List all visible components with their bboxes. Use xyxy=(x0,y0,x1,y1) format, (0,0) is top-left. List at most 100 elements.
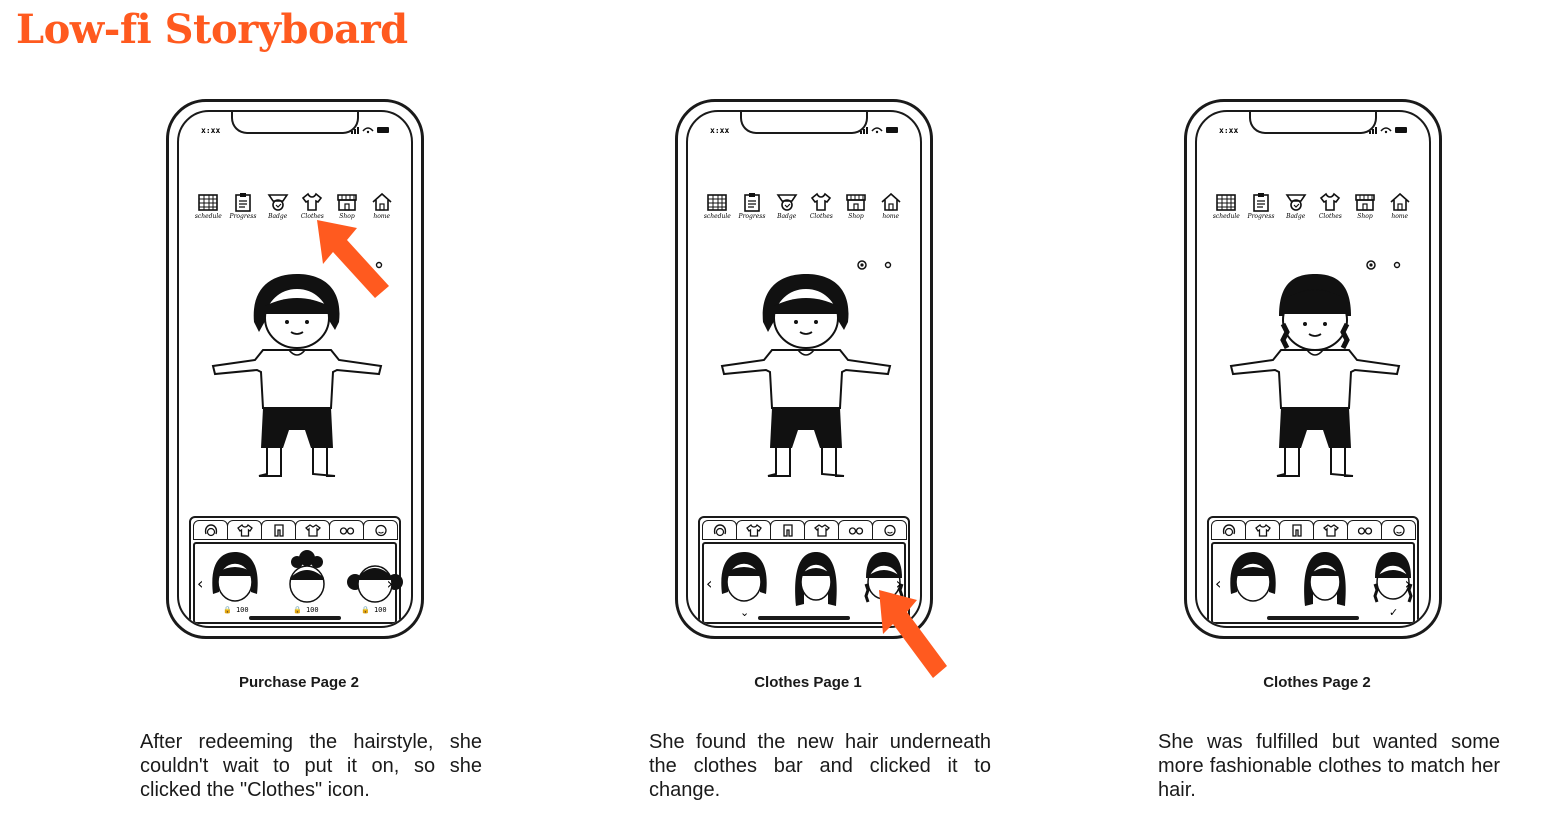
prev-arrow-icon[interactable]: ‹ xyxy=(1215,574,1221,593)
nav-badge[interactable]: Badge xyxy=(1278,192,1313,220)
hair-option-buns[interactable] xyxy=(279,548,335,610)
tab-face[interactable] xyxy=(1381,520,1416,540)
frame-caption: Purchase Page 2 xyxy=(238,674,360,691)
calendar-icon xyxy=(198,194,219,211)
clipboard-icon xyxy=(235,193,251,212)
status-time: x:xx xyxy=(201,126,221,135)
next-arrow-icon[interactable]: › xyxy=(387,574,393,593)
clipboard-icon xyxy=(744,193,760,212)
nav-label: schedule xyxy=(1212,213,1240,220)
shirt-icon xyxy=(1320,192,1341,211)
nav-clothes[interactable]: Clothes xyxy=(1313,192,1348,220)
tab-face[interactable] xyxy=(363,520,398,540)
nav-shop[interactable]: Shop xyxy=(1348,192,1383,220)
hair-options: ‹ ⌄ › xyxy=(702,542,906,624)
hair-option-bob[interactable] xyxy=(1225,548,1281,610)
nav-home[interactable]: home xyxy=(873,192,908,220)
nav-label: Clothes xyxy=(809,213,833,220)
tab-glasses[interactable] xyxy=(1347,520,1382,540)
frame-description: She was fulfilled but wanted some more f… xyxy=(1158,731,1500,801)
shop-icon xyxy=(337,194,357,211)
tab-hair[interactable] xyxy=(702,520,737,540)
tab-face[interactable] xyxy=(872,520,907,540)
nav-clothes[interactable]: Clothes xyxy=(295,192,330,220)
pants-icon xyxy=(782,523,793,537)
status-icons xyxy=(1369,127,1407,134)
nav-label: Progress xyxy=(738,213,766,220)
phone-screen: x:xx schedule Progress Badge Clothes Sho… xyxy=(1195,110,1431,628)
tab-hair[interactable] xyxy=(193,520,228,540)
hair-option-long[interactable] xyxy=(1297,548,1353,610)
nav-progress[interactable]: Progress xyxy=(735,192,770,220)
prev-arrow-icon[interactable]: ‹ xyxy=(197,574,203,593)
nav-progress[interactable]: Progress xyxy=(1244,192,1279,220)
hair-option-long[interactable] xyxy=(788,548,844,610)
home-icon xyxy=(1390,192,1410,211)
price-tag: 🔒 100 xyxy=(293,606,319,614)
wardrobe-panel: ‹ 🔒 100 🔒 100 🔒 100 › xyxy=(189,516,403,626)
hair-option-bob[interactable] xyxy=(716,548,772,610)
dress-icon xyxy=(813,523,830,537)
nav-clothes[interactable]: Clothes xyxy=(804,192,839,220)
phone-screen: x:xx schedule Progress Badge Clothes Sho… xyxy=(686,110,922,628)
hair-option-bob[interactable] xyxy=(207,548,263,610)
badge-icon xyxy=(267,194,289,211)
nav-schedule[interactable]: schedule xyxy=(191,192,226,220)
price-value: 100 xyxy=(235,606,249,614)
tab-hair[interactable] xyxy=(1211,520,1246,540)
top-nav-bar: schedule Progress Badge Clothes Shop hom… xyxy=(1209,192,1417,220)
tab-dress[interactable] xyxy=(804,520,839,540)
hair-icon xyxy=(713,523,726,536)
tab-pants[interactable] xyxy=(261,520,296,540)
nav-label: Shop xyxy=(1357,213,1373,220)
tab-dress[interactable] xyxy=(1313,520,1348,540)
nav-home[interactable]: home xyxy=(1382,192,1417,220)
hair-icon xyxy=(1222,523,1235,536)
next-arrow-icon[interactable]: › xyxy=(1405,574,1411,593)
shirt-icon xyxy=(811,192,832,211)
nav-schedule[interactable]: schedule xyxy=(1209,192,1244,220)
calendar-icon xyxy=(707,194,728,211)
nav-home[interactable]: home xyxy=(364,192,399,220)
frame-description: She found the new hair underneath the cl… xyxy=(649,731,991,801)
top-nav-bar: schedule Progress Badge Clothes Shop hom… xyxy=(700,192,908,220)
phone-screen: x:xx schedule Progress Badge Clothes Sho… xyxy=(177,110,413,628)
price-tag: 🔒 100 xyxy=(223,606,249,614)
hair-option-braids[interactable] xyxy=(1365,548,1421,610)
avatar-character xyxy=(1229,274,1401,477)
tab-shirt[interactable] xyxy=(1245,520,1280,540)
nav-label: home xyxy=(882,213,900,220)
nav-progress[interactable]: Progress xyxy=(226,192,261,220)
hair-option-pigtails[interactable] xyxy=(347,548,403,610)
storyboard-frame-2: x:xx schedule Progress Badge Clothes Sho… xyxy=(649,0,1077,827)
tab-glasses[interactable] xyxy=(838,520,873,540)
tab-dress[interactable] xyxy=(295,520,330,540)
category-tabs xyxy=(702,520,907,540)
nav-shop[interactable]: Shop xyxy=(330,192,365,220)
price-value: 100 xyxy=(305,606,319,614)
nav-shop[interactable]: Shop xyxy=(839,192,874,220)
phone-mockup: x:xx schedule Progress Badge Clothes Sho… xyxy=(675,99,933,639)
tab-pants[interactable] xyxy=(770,520,805,540)
nav-label: Shop xyxy=(848,213,864,220)
nav-badge[interactable]: Badge xyxy=(769,192,804,220)
dress-icon xyxy=(1322,523,1339,537)
prev-arrow-icon[interactable]: ‹ xyxy=(706,574,712,593)
nav-badge[interactable]: Badge xyxy=(260,192,295,220)
face-icon xyxy=(374,524,387,536)
tab-shirt[interactable] xyxy=(227,520,262,540)
shirt-icon xyxy=(745,523,762,537)
home-indicator xyxy=(249,616,341,620)
hair-options: ‹ 🔒 100 🔒 100 🔒 100 › xyxy=(193,542,403,624)
tab-pants[interactable] xyxy=(1279,520,1314,540)
tab-shirt[interactable] xyxy=(736,520,771,540)
dress-icon xyxy=(304,523,321,537)
badge-icon xyxy=(1285,194,1307,211)
nav-schedule[interactable]: schedule xyxy=(700,192,735,220)
nav-label: home xyxy=(1391,213,1409,220)
home-indicator xyxy=(1267,616,1359,620)
selected-check-icon: ⌄ xyxy=(740,606,750,619)
tab-glasses[interactable] xyxy=(329,520,364,540)
glasses-icon xyxy=(339,526,354,535)
calendar-icon xyxy=(1216,194,1237,211)
